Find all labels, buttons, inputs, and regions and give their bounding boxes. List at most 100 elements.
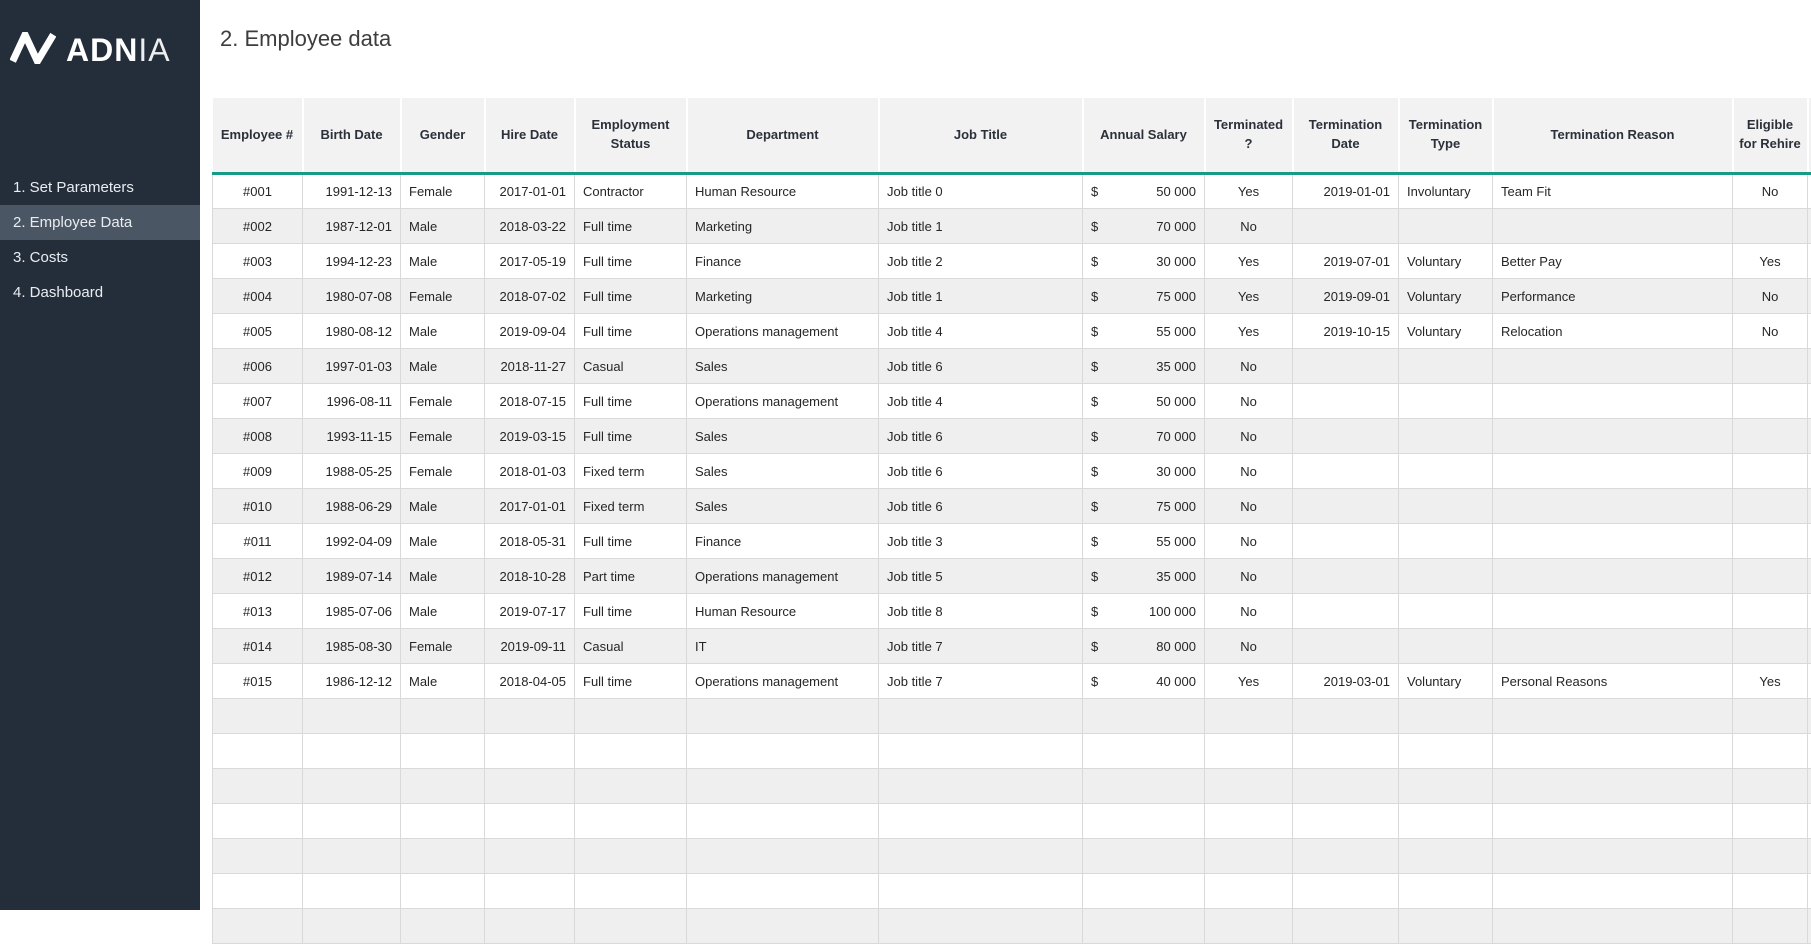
cell-hire-date[interactable]: 2019-09-04 bbox=[485, 314, 575, 349]
cell-employee-number[interactable]: #008 bbox=[213, 419, 303, 454]
cell-termination-date[interactable] bbox=[1293, 734, 1399, 769]
cell-terminated[interactable]: Yes bbox=[1205, 244, 1293, 279]
cell-terminated[interactable]: No bbox=[1205, 594, 1293, 629]
cell-job-title[interactable]: Job title 0 bbox=[879, 174, 1083, 209]
cell-birth-date[interactable] bbox=[303, 909, 401, 944]
cell-eligible-for-rehire[interactable] bbox=[1733, 839, 1808, 874]
cell-eligible-for-rehire[interactable] bbox=[1733, 524, 1808, 559]
cell-employment-status[interactable]: Full time bbox=[575, 244, 687, 279]
cell-employee-number[interactable]: #009 bbox=[213, 454, 303, 489]
cell-eligible-for-rehire[interactable] bbox=[1733, 874, 1808, 909]
cell-employment-status[interactable] bbox=[575, 804, 687, 839]
cell-employment-status[interactable]: Full time bbox=[575, 314, 687, 349]
cell-job-title[interactable] bbox=[879, 909, 1083, 944]
cell-gender[interactable] bbox=[401, 839, 485, 874]
cell-job-title[interactable]: Job title 6 bbox=[879, 489, 1083, 524]
cell-eligible-for-rehire[interactable] bbox=[1733, 559, 1808, 594]
cell-termination-date[interactable]: 2019-10-15 bbox=[1293, 314, 1399, 349]
cell-termination-reason[interactable] bbox=[1493, 629, 1733, 664]
cell-termination-type[interactable] bbox=[1399, 559, 1493, 594]
cell-termination-reason[interactable]: Better Pay bbox=[1493, 244, 1733, 279]
cell-employment-status[interactable]: Full time bbox=[575, 279, 687, 314]
cell-department[interactable] bbox=[687, 804, 879, 839]
cell-termination-type[interactable]: Involuntary bbox=[1399, 174, 1493, 209]
cell-hire-date[interactable]: 2018-01-03 bbox=[485, 454, 575, 489]
cell-job-title[interactable]: Job title 6 bbox=[879, 349, 1083, 384]
cell-hire-date[interactable] bbox=[485, 804, 575, 839]
cell-termination-reason[interactable] bbox=[1493, 489, 1733, 524]
cell-termination-reason[interactable] bbox=[1493, 594, 1733, 629]
cell-job-title[interactable]: Job title 4 bbox=[879, 314, 1083, 349]
cell-job-title[interactable]: Job title 1 bbox=[879, 209, 1083, 244]
cell-employment-status[interactable] bbox=[575, 699, 687, 734]
cell-employee-number[interactable] bbox=[213, 769, 303, 804]
cell-job-title[interactable] bbox=[879, 804, 1083, 839]
cell-termination-type[interactable] bbox=[1399, 839, 1493, 874]
cell-termination-date[interactable] bbox=[1293, 769, 1399, 804]
cell-department[interactable] bbox=[687, 874, 879, 909]
cell-job-title[interactable] bbox=[879, 874, 1083, 909]
cell-hire-date[interactable]: 2018-04-05 bbox=[485, 664, 575, 699]
cell-annual-salary[interactable]: $30 000 bbox=[1083, 454, 1205, 489]
cell-annual-salary[interactable]: $35 000 bbox=[1083, 349, 1205, 384]
cell-hire-date[interactable]: 2017-01-01 bbox=[485, 174, 575, 209]
cell-job-title[interactable]: Job title 7 bbox=[879, 629, 1083, 664]
cell-termination-reason[interactable] bbox=[1493, 734, 1733, 769]
cell-termination-reason[interactable]: Relocation bbox=[1493, 314, 1733, 349]
cell-employment-status[interactable] bbox=[575, 769, 687, 804]
cell-department[interactable]: Marketing bbox=[687, 279, 879, 314]
cell-termination-date[interactable] bbox=[1293, 874, 1399, 909]
cell-employment-status[interactable]: Full time bbox=[575, 209, 687, 244]
cell-annual-salary[interactable]: $35 000 bbox=[1083, 559, 1205, 594]
cell-employee-number[interactable]: #011 bbox=[213, 524, 303, 559]
cell-annual-salary[interactable]: $55 000 bbox=[1083, 524, 1205, 559]
cell-gender[interactable] bbox=[401, 874, 485, 909]
cell-birth-date[interactable] bbox=[303, 804, 401, 839]
cell-job-title[interactable] bbox=[879, 839, 1083, 874]
cell-termination-date[interactable] bbox=[1293, 559, 1399, 594]
cell-terminated[interactable]: No bbox=[1205, 209, 1293, 244]
cell-gender[interactable]: Male bbox=[401, 594, 485, 629]
cell-birth-date[interactable] bbox=[303, 839, 401, 874]
cell-eligible-for-rehire[interactable] bbox=[1733, 594, 1808, 629]
cell-department[interactable]: Marketing bbox=[687, 209, 879, 244]
cell-employee-number[interactable] bbox=[213, 699, 303, 734]
cell-termination-date[interactable]: 2019-03-01 bbox=[1293, 664, 1399, 699]
cell-termination-reason[interactable] bbox=[1493, 209, 1733, 244]
cell-birth-date[interactable]: 1988-05-25 bbox=[303, 454, 401, 489]
cell-gender[interactable] bbox=[401, 734, 485, 769]
cell-employment-status[interactable] bbox=[575, 734, 687, 769]
cell-job-title[interactable]: Job title 5 bbox=[879, 559, 1083, 594]
cell-employee-number[interactable] bbox=[213, 874, 303, 909]
cell-gender[interactable]: Female bbox=[401, 419, 485, 454]
cell-hire-date[interactable]: 2018-07-02 bbox=[485, 279, 575, 314]
cell-hire-date[interactable]: 2018-05-31 bbox=[485, 524, 575, 559]
cell-termination-type[interactable]: Voluntary bbox=[1399, 664, 1493, 699]
cell-gender[interactable]: Female bbox=[401, 454, 485, 489]
cell-employment-status[interactable]: Fixed term bbox=[575, 454, 687, 489]
cell-eligible-for-rehire[interactable] bbox=[1733, 349, 1808, 384]
cell-job-title[interactable]: Job title 3 bbox=[879, 524, 1083, 559]
cell-employee-number[interactable]: #002 bbox=[213, 209, 303, 244]
cell-terminated[interactable] bbox=[1205, 909, 1293, 944]
cell-termination-reason[interactable] bbox=[1493, 839, 1733, 874]
cell-job-title[interactable]: Job title 1 bbox=[879, 279, 1083, 314]
sidebar-item-3-costs[interactable]: 3. Costs bbox=[0, 240, 200, 275]
cell-termination-reason[interactable] bbox=[1493, 874, 1733, 909]
cell-employment-status[interactable]: Contractor bbox=[575, 174, 687, 209]
cell-employment-status[interactable]: Fixed term bbox=[575, 489, 687, 524]
cell-birth-date[interactable]: 1988-06-29 bbox=[303, 489, 401, 524]
cell-annual-salary[interactable]: $70 000 bbox=[1083, 419, 1205, 454]
cell-hire-date[interactable] bbox=[485, 909, 575, 944]
cell-employee-number[interactable]: #015 bbox=[213, 664, 303, 699]
cell-terminated[interactable]: No bbox=[1205, 349, 1293, 384]
cell-birth-date[interactable]: 1980-08-12 bbox=[303, 314, 401, 349]
cell-employee-number[interactable] bbox=[213, 804, 303, 839]
cell-gender[interactable]: Female bbox=[401, 279, 485, 314]
cell-annual-salary[interactable] bbox=[1083, 909, 1205, 944]
sidebar-item-4-dashboard[interactable]: 4. Dashboard bbox=[0, 275, 200, 310]
cell-employment-status[interactable]: Full time bbox=[575, 384, 687, 419]
cell-birth-date[interactable]: 1980-07-08 bbox=[303, 279, 401, 314]
cell-birth-date[interactable]: 1993-11-15 bbox=[303, 419, 401, 454]
cell-gender[interactable]: Male bbox=[401, 524, 485, 559]
